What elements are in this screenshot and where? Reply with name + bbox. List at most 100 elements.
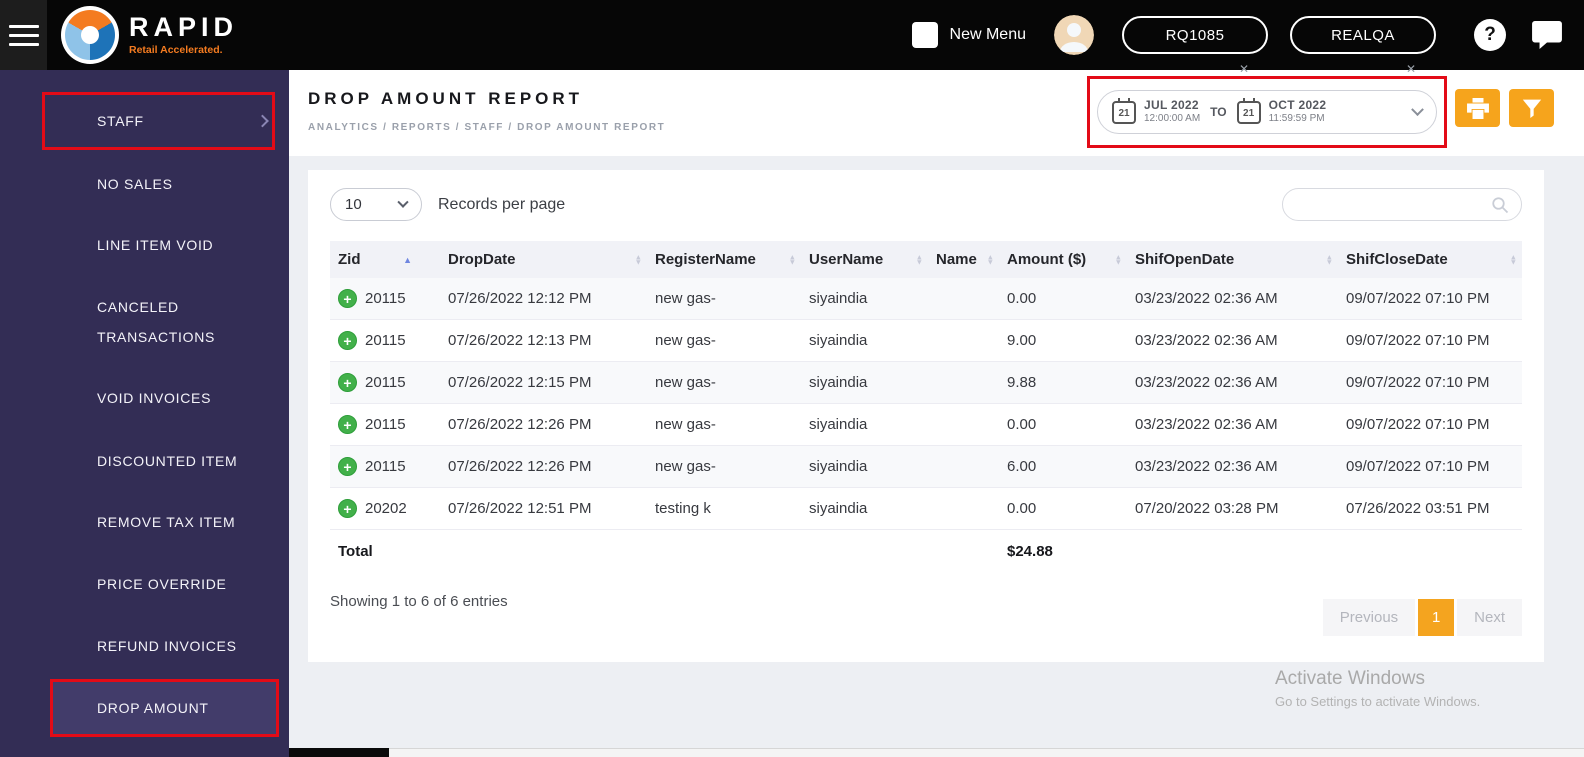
search-input[interactable] [1295, 196, 1491, 213]
sidebar-item-label: PRICE OVERRIDE [97, 576, 227, 592]
column-header-registername[interactable]: RegisterName ▲ ▼ [647, 241, 801, 278]
column-header-zid[interactable]: Zid ▲ [330, 241, 440, 278]
brand-name: RAPID [129, 12, 239, 42]
expand-row-icon[interactable]: + [338, 499, 357, 518]
total-label: Total [330, 529, 440, 573]
sidebar-item-drop-amount[interactable]: DROP AMOUNT [0, 679, 289, 737]
cell-shifopendate: 03/23/2022 02:36 AM [1127, 361, 1338, 404]
column-header-shifclosedate[interactable]: ShifCloseDate ▲ ▼ [1338, 241, 1522, 278]
sidebar-item-staff[interactable]: STAFF [0, 92, 289, 150]
chat-bubble-icon [1532, 21, 1562, 49]
records-per-page-select[interactable]: 10 [330, 188, 422, 221]
date-to-label: TO [1210, 105, 1227, 119]
dropdown-clear-icon[interactable]: ✕ [1406, 62, 1416, 76]
expand-row-icon[interactable]: + [338, 289, 357, 308]
report-table: Zid ▲ DropDate ▲ ▼ RegisterName ▲ ▼ UserNa… [330, 241, 1522, 573]
cell-shifopendate: 03/23/2022 02:36 AM [1127, 445, 1338, 488]
sidebar-item-label: LINE ITEM VOID [97, 237, 214, 253]
expand-row-icon[interactable]: + [338, 331, 357, 350]
records-per-page-label: Records per page [438, 195, 566, 213]
hamburger-menu-icon[interactable] [0, 0, 47, 70]
empty-cell [928, 529, 999, 573]
date-to-time: 11:59:59 PM [1268, 113, 1325, 125]
calendar-icon: 21 [1112, 97, 1136, 124]
new-menu-label: New Menu [949, 26, 1026, 43]
cell-shifopendate: 07/20/2022 03:28 PM [1127, 487, 1338, 530]
sort-icon: ▲ ▼ [915, 252, 923, 267]
date-from-month: JUL 2022 [1144, 98, 1199, 113]
cell-name [928, 403, 999, 446]
sidebar-item-remove-tax-item[interactable]: REMOVE TAX ITEM [0, 493, 289, 551]
sidebar-item-label: NO SALES [97, 176, 173, 192]
breadcrumb[interactable]: ANALYTICS / REPORTS / STAFF / DROP AMOUN… [308, 122, 665, 133]
cell-username: siyaindia [801, 278, 928, 320]
cell-registername: new gas- [647, 278, 801, 320]
sidebar-item-discounted-item[interactable]: DISCOUNTED ITEM [0, 432, 289, 490]
sidebar-item-label: DISCOUNTED ITEM [97, 453, 238, 469]
cell-dropdate: 07/26/2022 12:15 PM [440, 361, 647, 404]
cell-name [928, 319, 999, 362]
sort-icon: ▲ ▼ [788, 252, 796, 267]
next-page-button[interactable]: Next [1457, 599, 1522, 636]
help-button[interactable]: ? [1474, 19, 1506, 51]
column-header-shifopendate[interactable]: ShifOpenDate ▲ ▼ [1127, 241, 1338, 278]
topbar: RAPID Retail Accelerated. New Menu RQ108… [0, 0, 1584, 70]
cell-amount: 9.00 [999, 319, 1127, 362]
sidebar-item-line-item-void[interactable]: LINE ITEM VOID [0, 216, 289, 274]
main-content: DROP AMOUNT REPORT ANALYTICS / REPORTS /… [289, 70, 1584, 757]
date-to-month: OCT 2022 [1268, 98, 1327, 113]
showing-entries-text: Showing 1 to 6 of 6 entries [330, 593, 508, 610]
user-avatar[interactable] [1054, 15, 1094, 55]
main-header: DROP AMOUNT REPORT ANALYTICS / REPORTS /… [289, 70, 1584, 156]
table-row: +20115 07/26/2022 12:12 PM new gas- siya… [330, 278, 1522, 320]
rapid-logo-icon [61, 6, 119, 64]
cell-username: siyaindia [801, 361, 928, 404]
expand-row-icon[interactable]: + [338, 457, 357, 476]
filter-button[interactable] [1509, 89, 1554, 127]
sort-ascending-icon: ▲ [403, 254, 412, 265]
table-row: +20115 07/26/2022 12:26 PM new gas- siya… [330, 403, 1522, 446]
cell-username: siyaindia [801, 445, 928, 488]
sidebar-item-refund-invoices[interactable]: REFUND INVOICES [0, 617, 289, 675]
sidebar: STAFF NO SALES LINE ITEM VOID CANCELED T… [0, 70, 289, 757]
dropdown-clear-icon[interactable]: ✕ [1239, 62, 1249, 76]
register-pill[interactable]: RQ1085 [1122, 16, 1268, 54]
print-button[interactable] [1455, 89, 1500, 127]
chevron-down-icon [1411, 102, 1424, 116]
sidebar-item-price-override[interactable]: PRICE OVERRIDE [0, 555, 289, 613]
sidebar-item-no-sales[interactable]: NO SALES [0, 155, 289, 213]
column-header-dropdate[interactable]: DropDate ▲ ▼ [440, 241, 647, 278]
cell-dropdate: 07/26/2022 12:26 PM [440, 445, 647, 488]
cell-name [928, 361, 999, 404]
chat-button[interactable] [1532, 21, 1562, 49]
expand-row-icon[interactable]: + [338, 415, 357, 434]
windows-activation-watermark: Activate Windows Go to Settings to activ… [1275, 668, 1481, 709]
sort-icon: ▲ ▼ [634, 252, 642, 267]
cell-shifclosedate: 09/07/2022 07:10 PM [1338, 319, 1522, 362]
cell-amount: 0.00 [999, 487, 1127, 530]
page-1-button[interactable]: 1 [1418, 599, 1455, 636]
person-icon [1054, 15, 1094, 55]
sort-icon: ▲ ▼ [1325, 252, 1333, 267]
cell-zid: +20202 [330, 487, 440, 530]
column-header-username[interactable]: UserName ▲ ▼ [801, 241, 928, 278]
sidebar-item-void-invoices[interactable]: VOID INVOICES [0, 369, 289, 427]
table-row: +20202 07/26/2022 12:51 PM testing k siy… [330, 487, 1522, 530]
printer-icon [1466, 97, 1489, 119]
date-range-picker[interactable]: 21 JUL 2022 12:00:00 AM TO 21 OCT 2022 1… [1097, 90, 1437, 134]
store-pill[interactable]: REALQA [1290, 16, 1436, 54]
table-row: +20115 07/26/2022 12:13 PM new gas- siya… [330, 319, 1522, 362]
column-header-name[interactable]: Name ▲ ▼ [928, 241, 999, 278]
cell-shifclosedate: 09/07/2022 07:10 PM [1338, 361, 1522, 404]
calendar-day: 21 [1118, 107, 1130, 119]
column-header-amount[interactable]: Amount ($) ▲ ▼ [999, 241, 1127, 278]
previous-page-button[interactable]: Previous [1322, 599, 1416, 636]
sidebar-item-canceled-transactions[interactable]: CANCELED TRANSACTIONS [0, 276, 289, 368]
pagination: Previous 1 Next [1320, 599, 1522, 636]
sort-icon: ▲ ▼ [986, 252, 994, 267]
funnel-icon [1522, 99, 1541, 118]
new-menu-checkbox[interactable] [911, 22, 938, 48]
cell-dropdate: 07/26/2022 12:13 PM [440, 319, 647, 362]
cell-username: siyaindia [801, 403, 928, 446]
expand-row-icon[interactable]: + [338, 373, 357, 392]
